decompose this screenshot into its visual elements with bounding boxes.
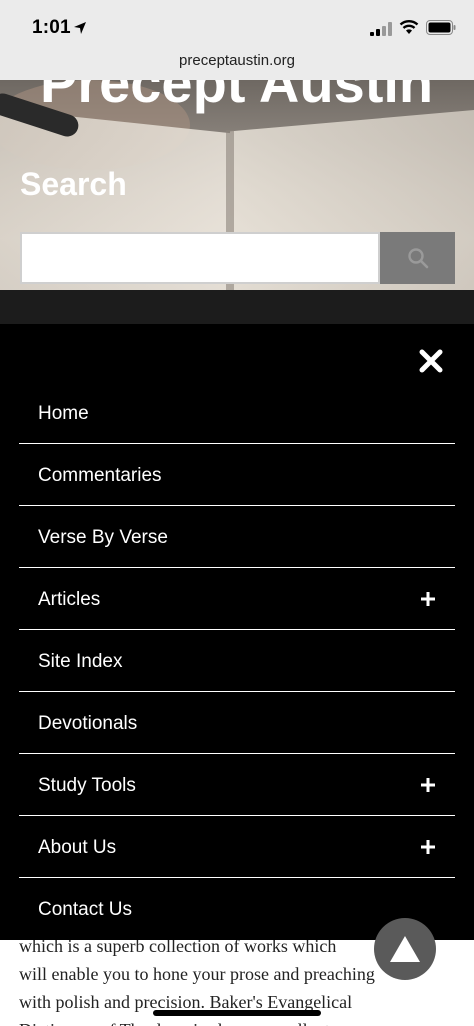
address-bar[interactable]: preceptaustin.org: [0, 48, 474, 80]
scroll-to-top-button[interactable]: [374, 918, 436, 980]
menu-item-label[interactable]: Verse By Verse: [38, 527, 168, 549]
menu-item-commentaries[interactable]: Commentaries: [19, 444, 455, 506]
wifi-icon: [399, 20, 419, 34]
search-button[interactable]: [380, 232, 455, 284]
menu-item-site-index[interactable]: Site Index: [19, 630, 455, 692]
menu-item-about-us[interactable]: About Us: [19, 816, 455, 878]
search-heading: Search: [20, 166, 127, 202]
nav-menu-overlay: Home Commentaries Verse By Verse Article…: [0, 324, 474, 940]
plus-icon[interactable]: [421, 778, 435, 792]
search-icon: [407, 248, 428, 269]
menu-item-label[interactable]: Articles: [38, 589, 100, 611]
close-icon[interactable]: [418, 348, 444, 374]
menu-item-verse-by-verse[interactable]: Verse By Verse: [19, 506, 455, 568]
menu-item-label[interactable]: Commentaries: [38, 465, 162, 487]
hero-photo-book-cover: [0, 290, 474, 324]
menu-item-label[interactable]: Contact Us: [38, 899, 132, 921]
status-bar: 1:01: [0, 0, 474, 48]
site-title: Precept Austin: [40, 80, 434, 114]
hero-banner: Precept Austin Search: [0, 80, 474, 324]
menu-item-label[interactable]: Home: [38, 403, 89, 425]
menu-item-articles[interactable]: Articles: [19, 568, 455, 630]
plus-icon[interactable]: [421, 592, 435, 606]
cellular-signal-icon: [370, 22, 392, 36]
menu-item-home[interactable]: Home: [19, 382, 455, 444]
menu-item-label[interactable]: Site Index: [38, 651, 123, 673]
menu-item-label[interactable]: Devotionals: [38, 713, 137, 735]
menu-item-label[interactable]: About Us: [38, 837, 116, 859]
article-line: Dictionary of Theology is also an excell…: [19, 1016, 455, 1026]
battery-icon: [426, 20, 456, 35]
search-input[interactable]: [20, 232, 380, 284]
plus-icon[interactable]: [421, 840, 435, 854]
menu-item-study-tools[interactable]: Study Tools: [19, 754, 455, 816]
home-indicator[interactable]: [153, 1010, 321, 1016]
menu-item-devotionals[interactable]: Devotionals: [19, 692, 455, 754]
arrow-up-icon: [390, 936, 420, 962]
location-arrow-icon: [74, 22, 86, 34]
status-time: 1:01: [32, 17, 71, 38]
url-text[interactable]: preceptaustin.org: [0, 52, 474, 69]
menu-item-label[interactable]: Study Tools: [38, 775, 136, 797]
nav-menu-list: Home Commentaries Verse By Verse Article…: [19, 382, 455, 940]
